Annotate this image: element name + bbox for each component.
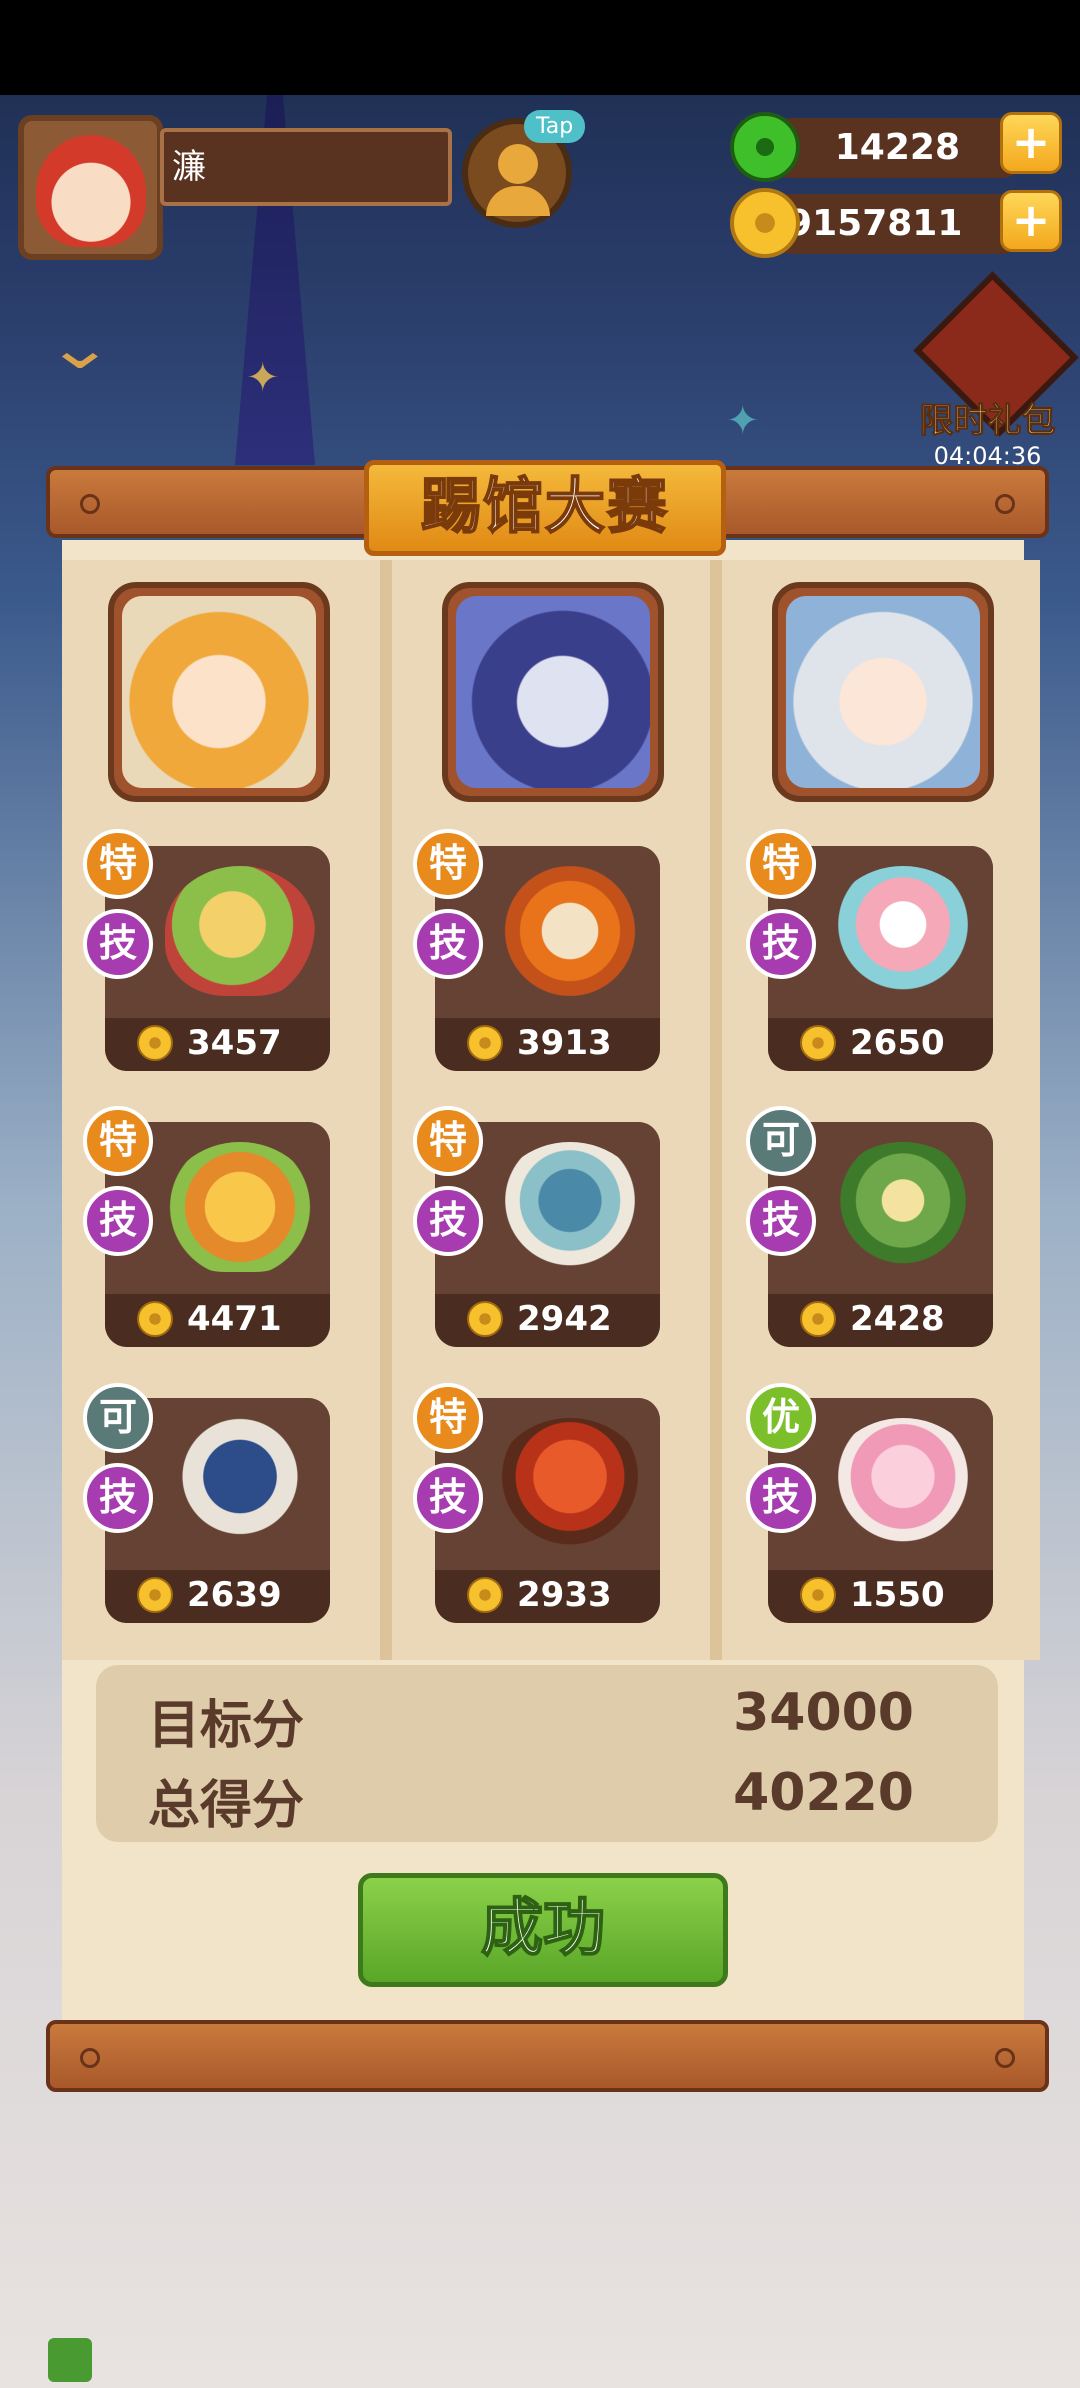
grade-badge: 特 xyxy=(413,829,483,899)
success-button[interactable]: 成功 xyxy=(358,1873,728,1987)
chef-portrait-2[interactable] xyxy=(442,582,664,802)
sparkle-icon: ✦ xyxy=(726,398,760,444)
coin-icon xyxy=(800,1301,836,1337)
panel-title: 踢馆大赛 xyxy=(364,460,726,556)
scroll-rod-bottom xyxy=(46,2020,1049,2092)
skill-badge: 技 xyxy=(746,1463,816,1533)
coin-icon xyxy=(467,1025,503,1061)
dish-image xyxy=(495,866,645,996)
skill-badge: 技 xyxy=(413,1463,483,1533)
dish-score: 3457 xyxy=(187,1023,282,1063)
gold-counter: 69157811 xyxy=(762,194,1030,254)
dish-score: 2650 xyxy=(850,1023,945,1063)
dish-score: 3913 xyxy=(517,1023,612,1063)
coin-icon xyxy=(467,1301,503,1337)
dish-score: 2428 xyxy=(850,1299,945,1339)
chevron-down-icon[interactable]: ⌄ xyxy=(24,318,136,378)
total-score-label: 总得分 xyxy=(148,1776,305,1836)
dish-image xyxy=(165,1142,315,1272)
player-avatar[interactable] xyxy=(18,115,163,260)
target-score-label: 目标分 xyxy=(148,1696,305,1756)
dish-score: 4471 xyxy=(187,1299,282,1339)
chef-portrait-1[interactable] xyxy=(108,582,330,802)
dish-image xyxy=(165,866,315,996)
dish-score: 2942 xyxy=(517,1299,612,1339)
jade-counter: 14228 xyxy=(762,118,1030,178)
dish-image xyxy=(165,1418,315,1548)
grade-badge: 特 xyxy=(413,1106,483,1176)
skill-badge: 技 xyxy=(746,909,816,979)
dish-image xyxy=(495,1142,645,1272)
coin-icon xyxy=(800,1577,836,1613)
skill-badge: 技 xyxy=(83,1463,153,1533)
dish-image xyxy=(495,1418,645,1548)
dish-image xyxy=(828,1418,978,1548)
add-gold-button[interactable]: + xyxy=(1000,190,1062,252)
coin-icon xyxy=(800,1025,836,1061)
skill-badge: 技 xyxy=(83,909,153,979)
dish-image xyxy=(828,866,978,996)
target-score-value: 34000 xyxy=(733,1683,914,1743)
total-score-value: 40220 xyxy=(733,1763,914,1823)
dish-score: 1550 xyxy=(850,1575,945,1615)
grade-badge: 特 xyxy=(413,1383,483,1453)
sparkle-icon: ✦ xyxy=(246,355,280,401)
jade-icon xyxy=(730,112,800,182)
grade-badge: 特 xyxy=(746,829,816,899)
grade-badge: 可 xyxy=(746,1106,816,1176)
add-jade-button[interactable]: + xyxy=(1000,112,1062,174)
dish-image xyxy=(828,1142,978,1272)
player-name: 濂 xyxy=(160,128,452,206)
grade-badge: 可 xyxy=(83,1383,153,1453)
gold-coin-icon xyxy=(730,188,800,258)
avatar-face xyxy=(36,135,146,247)
tap-label: Tap xyxy=(524,110,586,143)
status-bar xyxy=(0,0,1080,95)
gift-label: 限时礼包 xyxy=(919,401,1056,442)
dish-score: 2639 xyxy=(187,1575,282,1615)
skill-badge: 技 xyxy=(413,1186,483,1256)
dish-score: 2933 xyxy=(517,1575,612,1615)
coin-icon xyxy=(137,1301,173,1337)
skill-badge: 技 xyxy=(746,1186,816,1256)
skill-badge: 技 xyxy=(413,909,483,979)
skill-badge: 技 xyxy=(83,1186,153,1256)
coin-icon xyxy=(137,1577,173,1613)
coin-icon xyxy=(137,1025,173,1061)
chef-portrait-3[interactable] xyxy=(772,582,994,802)
person-icon xyxy=(498,144,538,184)
grade-badge: 特 xyxy=(83,1106,153,1176)
corner-toggle-button[interactable] xyxy=(48,2338,92,2382)
coin-icon xyxy=(467,1577,503,1613)
grade-badge: 优 xyxy=(746,1383,816,1453)
grade-badge: 特 xyxy=(83,829,153,899)
